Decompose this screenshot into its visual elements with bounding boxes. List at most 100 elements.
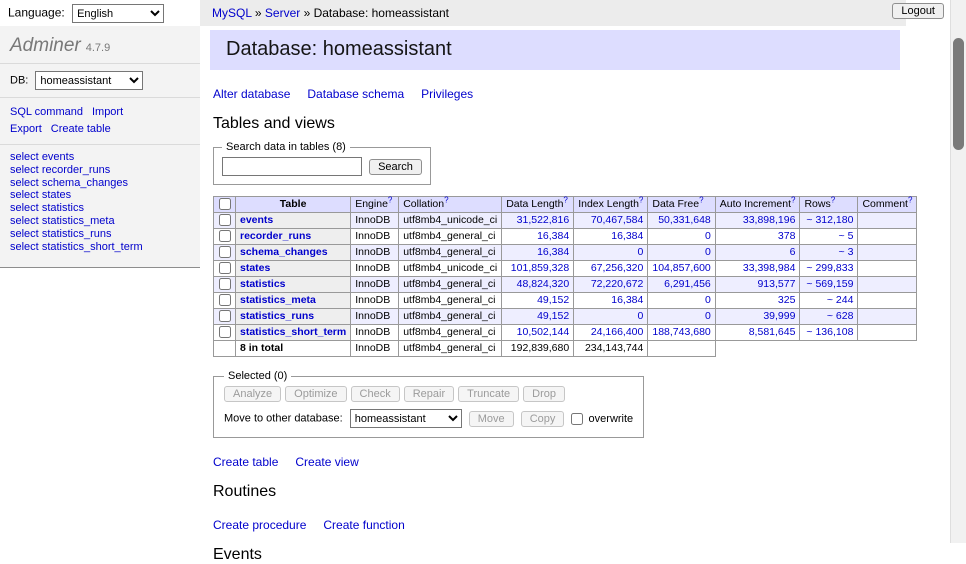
- table-link-events[interactable]: events: [42, 151, 74, 163]
- nav-link-database-schema[interactable]: Database schema: [307, 87, 404, 101]
- data-free-link[interactable]: 0: [705, 310, 711, 322]
- truncate-button[interactable]: Truncate: [458, 386, 519, 402]
- help-icon[interactable]: ?: [563, 196, 567, 205]
- table-link-statistics_short_term[interactable]: statistics_short_term: [42, 241, 143, 253]
- select-link-statistics_short_term[interactable]: select: [10, 241, 39, 253]
- table-name-link-schema_changes[interactable]: schema_changes: [240, 246, 328, 258]
- search-button[interactable]: Search: [369, 159, 422, 175]
- auto-increment-link[interactable]: 378: [778, 230, 796, 242]
- select-link-states[interactable]: select: [10, 189, 39, 201]
- select-link-statistics_runs[interactable]: select: [10, 228, 39, 240]
- data-free-link[interactable]: 104,857,600: [652, 262, 710, 274]
- table-name-link-statistics_runs[interactable]: statistics_runs: [240, 310, 314, 322]
- create-link-create-table[interactable]: Create table: [213, 455, 278, 469]
- table-link-states[interactable]: states: [42, 189, 71, 201]
- auto-increment-link[interactable]: 8,581,645: [749, 326, 796, 338]
- rows-count-link[interactable]: ~ 5: [839, 230, 854, 242]
- scrollbar-track[interactable]: [950, 0, 966, 543]
- index-length-link[interactable]: 0: [638, 246, 644, 258]
- index-length-link[interactable]: 67,256,320: [591, 262, 644, 274]
- auto-increment-link[interactable]: 39,999: [763, 310, 795, 322]
- row-checkbox-states[interactable]: [219, 262, 231, 274]
- auto-increment-link[interactable]: 6: [790, 246, 796, 258]
- scrollbar-thumb[interactable]: [953, 38, 964, 150]
- table-link-schema_changes[interactable]: schema_changes: [42, 177, 128, 189]
- select-link-statistics[interactable]: select: [10, 202, 39, 214]
- search-input[interactable]: [222, 157, 362, 176]
- select-all-checkbox[interactable]: [219, 198, 231, 210]
- row-checkbox-statistics_meta[interactable]: [219, 294, 231, 306]
- select-link-schema_changes[interactable]: select: [10, 177, 39, 189]
- data-free-link[interactable]: 0: [705, 230, 711, 242]
- table-link-statistics_meta[interactable]: statistics_meta: [42, 215, 115, 227]
- table-name-link-states[interactable]: states: [240, 262, 270, 274]
- index-length-link[interactable]: 0: [638, 310, 644, 322]
- breadcrumb-link-server[interactable]: Server: [265, 6, 300, 20]
- data-length-link[interactable]: 10,502,144: [517, 326, 570, 338]
- check-button[interactable]: Check: [351, 386, 400, 402]
- data-length-link[interactable]: 48,824,320: [517, 278, 570, 290]
- analyze-button[interactable]: Analyze: [224, 386, 281, 402]
- nav-link-privileges[interactable]: Privileges: [421, 87, 473, 101]
- data-free-link[interactable]: 0: [705, 294, 711, 306]
- data-length-link[interactable]: 16,384: [537, 230, 569, 242]
- row-checkbox-statistics_short_term[interactable]: [219, 326, 231, 338]
- data-free-link[interactable]: 0: [705, 246, 711, 258]
- data-length-link[interactable]: 101,859,328: [511, 262, 569, 274]
- row-checkbox-recorder_runs[interactable]: [219, 230, 231, 242]
- index-length-link[interactable]: 24,166,400: [591, 326, 644, 338]
- help-icon[interactable]: ?: [699, 196, 703, 205]
- table-link-statistics_runs[interactable]: statistics_runs: [42, 228, 112, 240]
- sidebar-link-create-table[interactable]: Create table: [51, 123, 111, 135]
- row-checkbox-events[interactable]: [219, 214, 231, 226]
- overwrite-checkbox[interactable]: [571, 413, 583, 425]
- move-db-select[interactable]: homeassistant: [350, 409, 462, 428]
- rows-count-link[interactable]: ~ 299,833: [806, 262, 853, 274]
- repair-button[interactable]: Repair: [404, 386, 454, 402]
- language-select[interactable]: English: [72, 4, 164, 23]
- table-name-link-statistics_meta[interactable]: statistics_meta: [240, 294, 316, 306]
- data-length-link[interactable]: 16,384: [537, 246, 569, 258]
- table-name-link-recorder_runs[interactable]: recorder_runs: [240, 230, 311, 242]
- help-icon[interactable]: ?: [791, 196, 795, 205]
- rows-count-link[interactable]: ~ 628: [827, 310, 854, 322]
- rows-count-link[interactable]: ~ 312,180: [806, 214, 853, 226]
- breadcrumb-link-mysql[interactable]: MySQL: [212, 6, 252, 20]
- rows-count-link[interactable]: ~ 136,108: [806, 326, 853, 338]
- sidebar-link-import[interactable]: Import: [92, 106, 123, 118]
- auto-increment-link[interactable]: 913,577: [757, 278, 795, 290]
- routines-link-create-function[interactable]: Create function: [323, 518, 404, 532]
- select-link-events[interactable]: select: [10, 151, 39, 163]
- rows-count-link[interactable]: ~ 3: [839, 246, 854, 258]
- row-checkbox-statistics[interactable]: [219, 278, 231, 290]
- data-length-link[interactable]: 49,152: [537, 294, 569, 306]
- routines-link-create-procedure[interactable]: Create procedure: [213, 518, 306, 532]
- app-title-link[interactable]: Adminer: [10, 35, 81, 56]
- table-name-link-statistics_short_term[interactable]: statistics_short_term: [240, 326, 346, 338]
- index-length-link[interactable]: 16,384: [611, 230, 643, 242]
- help-icon[interactable]: ?: [908, 196, 912, 205]
- table-name-link-events[interactable]: events: [240, 214, 273, 226]
- data-free-link[interactable]: 188,743,680: [652, 326, 710, 338]
- optimize-button[interactable]: Optimize: [285, 386, 346, 402]
- nav-link-alter-database[interactable]: Alter database: [213, 87, 290, 101]
- drop-button[interactable]: Drop: [523, 386, 565, 402]
- index-length-link[interactable]: 16,384: [611, 294, 643, 306]
- auto-increment-link[interactable]: 33,398,984: [743, 262, 796, 274]
- data-free-link[interactable]: 50,331,648: [658, 214, 711, 226]
- logout-button[interactable]: Logout: [892, 3, 944, 19]
- row-checkbox-statistics_runs[interactable]: [219, 310, 231, 322]
- help-icon[interactable]: ?: [444, 196, 448, 205]
- copy-button[interactable]: Copy: [521, 411, 565, 427]
- sidebar-link-sql-command[interactable]: SQL command: [10, 106, 83, 118]
- row-checkbox-schema_changes[interactable]: [219, 246, 231, 258]
- data-free-link[interactable]: 6,291,456: [664, 278, 711, 290]
- db-select[interactable]: homeassistant: [35, 71, 143, 90]
- data-length-link[interactable]: 49,152: [537, 310, 569, 322]
- overwrite-label[interactable]: overwrite: [589, 413, 634, 425]
- create-link-create-view[interactable]: Create view: [295, 455, 358, 469]
- auto-increment-link[interactable]: 325: [778, 294, 796, 306]
- data-length-link[interactable]: 31,522,816: [517, 214, 570, 226]
- index-length-link[interactable]: 72,220,672: [591, 278, 644, 290]
- index-length-link[interactable]: 70,467,584: [591, 214, 644, 226]
